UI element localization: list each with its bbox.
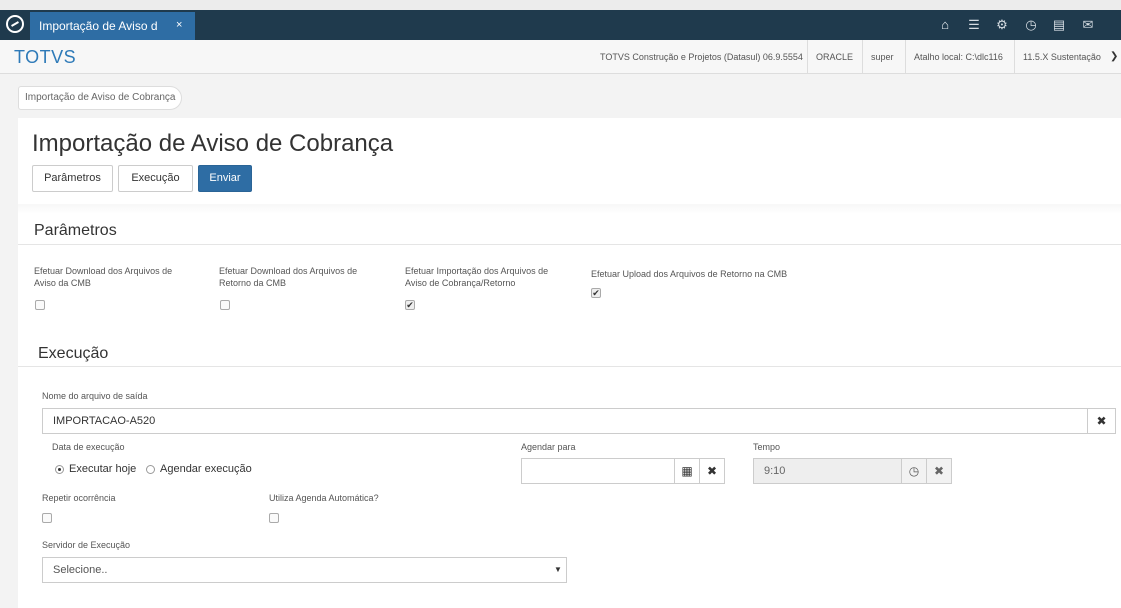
execucao-divider [18,366,1121,367]
radio-agendar-execucao[interactable] [146,465,155,474]
parametros-divider [18,244,1121,245]
breadcrumb[interactable]: Importação de Aviso de Cobrança [18,86,183,110]
header-user: super [862,40,902,74]
servidor-execucao-select[interactable]: Selecione.. [42,557,567,583]
enviar-button[interactable]: Enviar [198,165,252,192]
chevron-down-icon[interactable]: ▼ [554,565,562,574]
tempo-input[interactable]: 9:10 [753,458,902,484]
brand-logo: TOTVS [14,47,77,67]
home-icon[interactable]: ⌂ [933,14,957,36]
header-overflow-icon[interactable]: ❯ [1110,51,1118,62]
clock-icon[interactable]: ◷ [1019,14,1043,36]
execucao-section-title: Execução [38,345,109,362]
data-execucao-label: Data de execução [52,442,125,452]
mail-icon[interactable]: ✉ [1076,14,1100,36]
param-upload-retorno-label: Efetuar Upload dos Arquivos de Retorno n… [591,269,788,279]
header-database: ORACLE [807,40,861,74]
param-upload-retorno-checkbox[interactable]: ✔ [591,288,601,298]
sitemap-icon[interactable]: ☰ [962,14,986,36]
header-product-version: TOTVS Construção e Projetos (Datasul) 06… [600,52,803,62]
nome-arquivo-label: Nome do arquivo de saída [42,391,148,401]
param-importacao-label: Efetuar Importação dos Arquivos de Aviso… [405,266,549,288]
execucao-button[interactable]: Execução [118,165,193,192]
param-download-retorno-checkbox[interactable] [220,300,230,310]
param-download-aviso-label: Efetuar Download dos Arquivos de Aviso d… [34,266,173,288]
agenda-automatica-label: Utiliza Agenda Automática? [269,493,379,503]
tab-title: Importação de Aviso d [39,19,158,33]
clear-tempo-icon[interactable]: ✖ [926,458,952,484]
page-title: Importação de Aviso de Cobrança [32,130,394,157]
tab-importacao[interactable]: Importação de Aviso d [30,12,195,40]
repetir-ocorrencia-checkbox[interactable] [42,513,52,523]
calendar-icon[interactable]: ▦ [674,458,700,484]
radio-executar-hoje[interactable] [55,465,64,474]
agendar-para-label: Agendar para [521,442,576,452]
agenda-automatica-checkbox[interactable] [269,513,279,523]
param-download-aviso-checkbox[interactable] [35,300,45,310]
gear-icon[interactable]: ⚙ [990,14,1014,36]
section-divider [18,204,1121,214]
agendar-para-input[interactable] [521,458,675,484]
parametros-button[interactable]: Parâmetros [32,165,113,192]
param-importacao-checkbox[interactable]: ✔ [405,300,415,310]
clear-nome-arquivo-icon[interactable]: ✖ [1087,408,1116,434]
radio-agendar-execucao-label[interactable]: Agendar execução [160,463,252,475]
header-version[interactable]: 11.5.X Sustentação [1014,40,1109,74]
tempo-label: Tempo [753,442,781,452]
clock-picker-icon[interactable]: ◷ [901,458,927,484]
app-logo-icon[interactable] [6,15,24,33]
clear-agendar-icon[interactable]: ✖ [699,458,725,484]
nome-arquivo-input[interactable]: IMPORTACAO-A520 [42,408,1088,434]
parametros-section-title: Parâmetros [34,222,117,239]
servidor-execucao-label: Servidor de Execução [42,540,131,550]
tab-close-icon[interactable]: × [176,19,182,31]
param-download-retorno-label: Efetuar Download dos Arquivos de Retorno… [219,266,358,288]
document-icon[interactable]: ▤ [1047,14,1071,36]
repetir-ocorrencia-label: Repetir ocorrência [42,493,116,503]
radio-executar-hoje-label[interactable]: Executar hoje [69,463,136,475]
header-shortcut[interactable]: Atalho local: C:\dlc116 [905,40,1011,74]
